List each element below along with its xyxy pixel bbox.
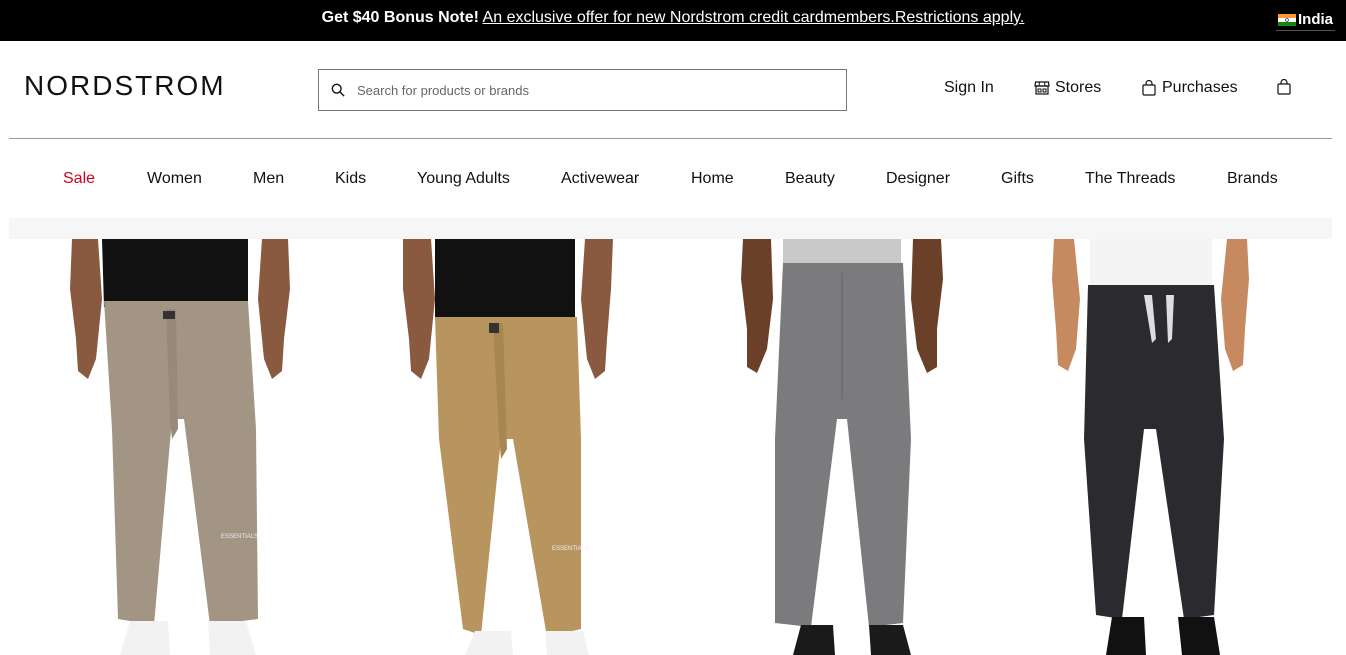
promo-banner: Get $40 Bonus Note! An exclusive offer f…: [0, 0, 1346, 41]
product-logo-text: ESSENTIALS: [552, 546, 589, 552]
nav-item-young-adults[interactable]: Young Adults: [417, 170, 510, 188]
sign-in-label: Sign In: [944, 79, 994, 96]
nav-item-activewear[interactable]: Activewear: [561, 170, 639, 188]
product-grid: ESSENTIALS ESSENTIALS: [0, 239, 1346, 655]
product-card-black-joggers[interactable]: [1048, 239, 1253, 655]
nav-item-gifts[interactable]: Gifts: [1001, 170, 1034, 188]
nav-item-designer[interactable]: Designer: [886, 170, 950, 188]
nav-item-the-threads[interactable]: The Threads: [1085, 170, 1175, 188]
nav-item-sale[interactable]: Sale: [63, 170, 95, 188]
header-divider: [9, 138, 1332, 139]
nav-item-kids[interactable]: Kids: [335, 170, 366, 188]
taupe-sweatpants-image: ESSENTIALS: [70, 239, 290, 655]
tan-sweatpants-image: ESSENTIALS: [403, 239, 613, 655]
product-card-tan-sweatpants[interactable]: ESSENTIALS: [395, 239, 620, 655]
nav-item-beauty[interactable]: Beauty: [785, 170, 835, 188]
purchases-label: Purchases: [1162, 79, 1238, 96]
promo-headline: Get $40 Bonus Note!: [321, 9, 479, 26]
nav-item-women[interactable]: Women: [147, 170, 202, 188]
store-icon: [1034, 81, 1050, 95]
black-joggers-image: [1052, 239, 1249, 655]
purchases-link[interactable]: Purchases: [1141, 79, 1238, 97]
shopping-bag-icon: [1277, 79, 1291, 95]
search-icon: [331, 83, 345, 97]
category-nav: Sale Women Men Kids Young Adults Activew…: [0, 170, 1346, 190]
product-logo-text: ESSENTIALS: [221, 534, 258, 540]
sign-in-link[interactable]: Sign In: [944, 79, 994, 97]
bag-icon: [1142, 80, 1156, 96]
search-box[interactable]: [318, 69, 847, 111]
search-input[interactable]: [357, 82, 827, 98]
content-band: [9, 218, 1332, 239]
nav-item-home[interactable]: Home: [691, 170, 734, 188]
india-flag-icon: [1278, 13, 1296, 26]
shopping-bag-button[interactable]: [1276, 79, 1292, 95]
nav-item-men[interactable]: Men: [253, 170, 284, 188]
product-card-grey-chinos[interactable]: [735, 239, 950, 655]
country-selector[interactable]: India: [1276, 9, 1336, 31]
stores-link[interactable]: Stores: [1034, 79, 1101, 97]
country-label: India: [1298, 11, 1334, 28]
product-card-taupe-sweatpants[interactable]: ESSENTIALS: [60, 239, 300, 655]
nav-item-brands[interactable]: Brands: [1227, 170, 1278, 188]
site-header: NORDSTROM Sign In Stores Purchases: [0, 41, 1346, 139]
promo-message: Get $40 Bonus Note! An exclusive offer f…: [0, 9, 1346, 27]
stores-label: Stores: [1055, 79, 1102, 96]
promo-offer-link[interactable]: An exclusive offer for new Nordstrom cre…: [483, 9, 1025, 26]
nordstrom-logo[interactable]: NORDSTROM: [24, 70, 226, 102]
grey-chinos-image: [741, 239, 943, 655]
